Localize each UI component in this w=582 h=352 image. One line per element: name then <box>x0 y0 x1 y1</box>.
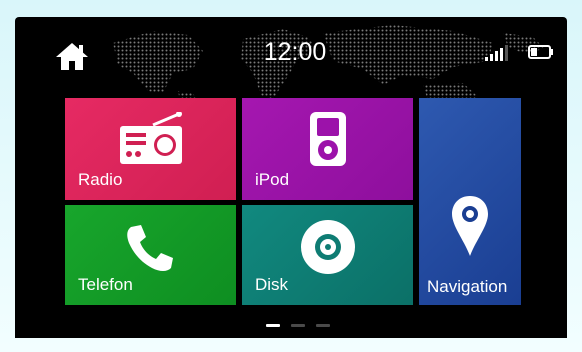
signal-icon <box>485 45 508 61</box>
tile-ipod[interactable]: iPod <box>242 98 413 200</box>
tile-label-disk: Disk <box>255 275 289 294</box>
radio-icon <box>120 112 182 164</box>
home-icon[interactable] <box>55 41 89 71</box>
phone-icon <box>127 225 173 271</box>
tile-telefon[interactable]: Telefon <box>65 205 236 305</box>
tile-navigation[interactable]: Navigation <box>419 98 521 305</box>
tile-label-radio: Radio <box>78 170 123 189</box>
head-unit-screen: 12:00 Radio iPod Telefon Disk Navigation <box>15 17 567 338</box>
tile-label-telefon: Telefon <box>78 275 133 294</box>
clock: 12:00 <box>263 38 327 66</box>
page-dot-2[interactable] <box>291 324 305 327</box>
ipod-icon <box>310 112 346 166</box>
page-dot-3[interactable] <box>316 324 330 327</box>
disc-icon <box>301 220 355 274</box>
status-bar: 12:00 <box>15 17 567 87</box>
tile-radio[interactable]: Radio <box>65 98 236 200</box>
tile-label-ipod: iPod <box>255 170 290 189</box>
battery-icon <box>528 45 553 59</box>
location-pin-icon <box>452 196 488 256</box>
tile-disk[interactable]: Disk <box>242 205 413 305</box>
tile-label-navigation: Navigation <box>427 277 508 296</box>
page-dot-1[interactable] <box>266 324 280 327</box>
